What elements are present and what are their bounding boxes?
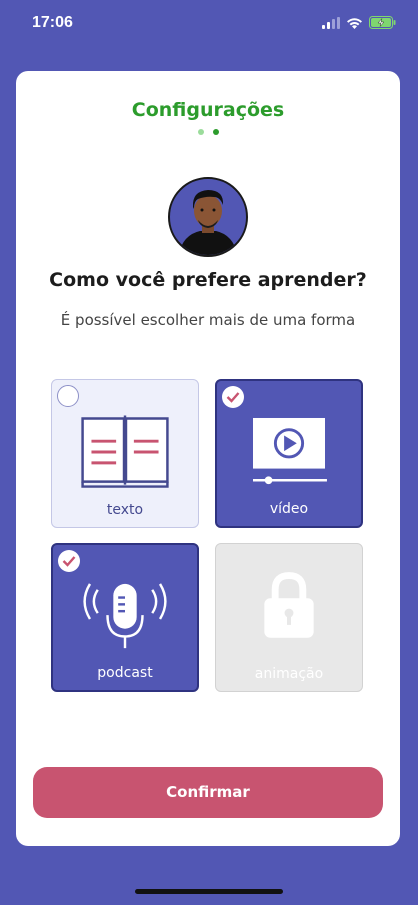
step-dot-2 xyxy=(212,129,219,135)
option-texto[interactable]: texto xyxy=(51,379,199,528)
option-video[interactable]: vídeo xyxy=(215,379,363,528)
status-icons xyxy=(322,16,396,29)
wifi-icon xyxy=(347,17,362,29)
option-texto-label: texto xyxy=(106,502,144,518)
battery-charging-icon xyxy=(369,16,396,29)
option-podcast-label: podcast xyxy=(97,665,153,681)
confirm-button[interactable]: Confirmar xyxy=(33,767,383,818)
option-animacao-label: animação xyxy=(254,666,324,682)
status-bar: 17:06 xyxy=(0,0,418,50)
step-dot-1 xyxy=(197,129,204,135)
home-indicator[interactable] xyxy=(135,889,283,894)
option-animacao[interactable]: animação xyxy=(215,543,363,692)
avatar xyxy=(168,177,248,257)
step-indicator xyxy=(16,129,400,135)
question-heading: Como você prefere aprender? xyxy=(49,269,367,291)
question-subtitle: É possível escolher mais de uma forma xyxy=(60,311,356,329)
status-time: 17:06 xyxy=(32,14,73,31)
settings-card: Configurações Como você prefere aprender… xyxy=(16,71,400,846)
option-podcast[interactable]: podcast xyxy=(51,543,199,692)
option-video-label: vídeo xyxy=(269,501,309,517)
page-title: Configurações xyxy=(131,99,285,121)
cellular-signal-icon xyxy=(322,16,340,29)
